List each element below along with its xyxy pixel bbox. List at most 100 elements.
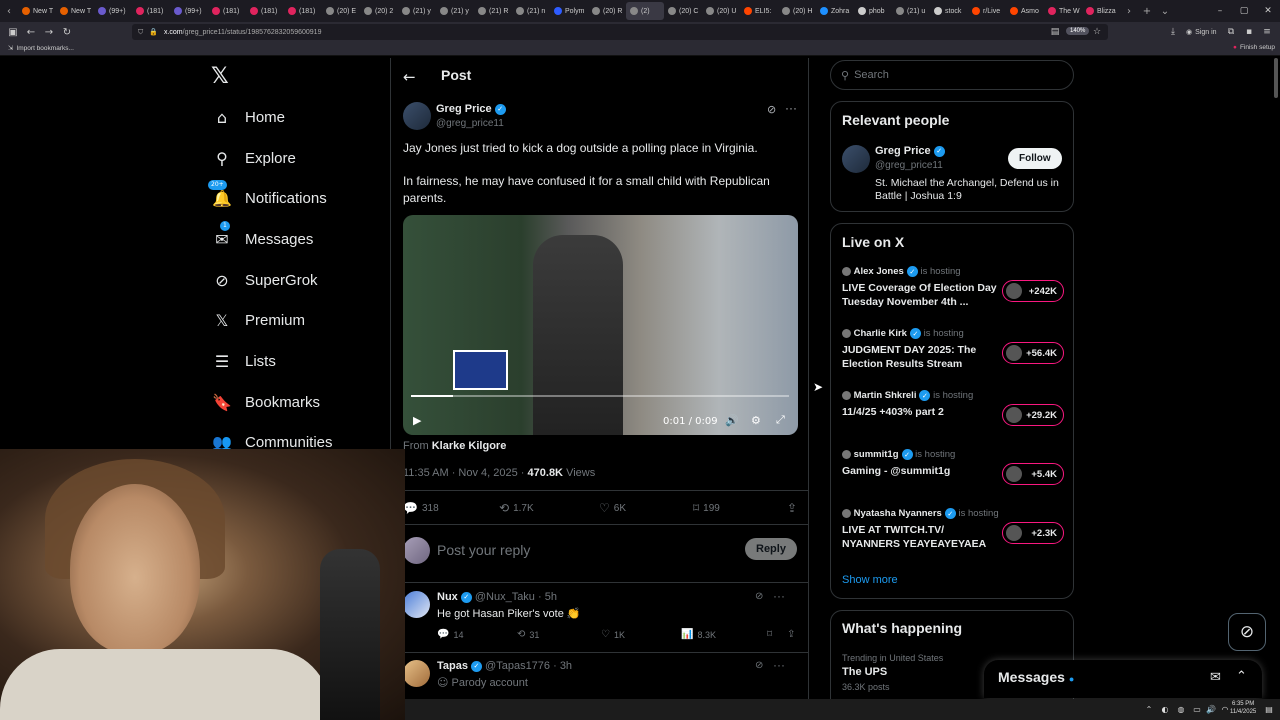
live-item[interactable]: Charlie Kirk ✓ is hosting JUDGMENT DAY 202… (842, 328, 1064, 371)
browser-tab[interactable]: (20) E (322, 2, 360, 20)
relevant-avatar[interactable] (842, 145, 870, 173)
browser-tab[interactable]: (99+) (94, 2, 132, 20)
notification-center-icon[interactable]: ▤ (1262, 699, 1276, 720)
live-listener-count[interactable]: +2.3K (1002, 522, 1064, 544)
x-logo-icon[interactable]: 𝕏 (211, 64, 229, 89)
show-more-link[interactable]: Show more (842, 574, 898, 586)
browser-tab[interactable]: The W (1044, 2, 1082, 20)
repost-action[interactable]: ⟲ 31 (517, 629, 601, 640)
share-action[interactable]: ⇪ (787, 629, 795, 640)
star-icon[interactable]: ☆ (1088, 22, 1106, 42)
share-action[interactable]: ⇪ (787, 501, 797, 515)
back-icon[interactable]: ← (22, 22, 40, 42)
like-action[interactable]: ♡ 6K (599, 501, 693, 515)
grok-button[interactable]: ⊘ (1228, 613, 1266, 651)
reply-button[interactable]: Reply (745, 538, 797, 560)
live-listener-count[interactable]: +242K (1002, 280, 1064, 302)
browser-tab[interactable]: (21) y (398, 2, 436, 20)
browser-tab[interactable]: (20) C (664, 2, 702, 20)
system-clock[interactable]: 6:35 PM 11/4/2025 (1230, 700, 1256, 716)
live-item[interactable]: Nyatasha Nyanners ✓ is hosting LIVE AT TWI… (842, 508, 1064, 551)
author-handle[interactable]: @greg_price11 (436, 118, 504, 129)
author-name[interactable]: Greg Price ✓ (436, 103, 506, 115)
browser-tab[interactable]: (20) H (778, 2, 816, 20)
browser-tab[interactable]: phob (854, 2, 892, 20)
video-player[interactable]: ▶ 0:01 / 0:09 🔊 ⚙ ⤢ (403, 215, 798, 435)
video-source-name[interactable]: Klarke Kilgore (432, 440, 507, 452)
reply-author[interactable]: Nux ✓ @Nux_Taku · 5h (437, 591, 557, 603)
nav-item-notifications[interactable]: 🔔 20+ Notifications (208, 180, 327, 213)
live-listener-count[interactable]: +5.4K (1002, 463, 1064, 485)
browser-tab[interactable]: stock (930, 2, 968, 20)
bookmark-action[interactable]: ⌑ (767, 629, 787, 640)
browser-tab[interactable]: (21) n (512, 2, 550, 20)
tray-chevron-icon[interactable]: ⌃ (1142, 699, 1156, 720)
nav-item-bookmarks[interactable]: 🔖 Bookmarks (212, 387, 320, 417)
zoom-level[interactable]: 140% (1066, 27, 1090, 35)
browser-tab[interactable]: Polym (550, 2, 588, 20)
video-progress-bar[interactable] (411, 395, 789, 397)
messages-drawer[interactable]: Messages ● ✉ ⌃ (984, 660, 1262, 698)
forward-icon[interactable]: → (40, 22, 58, 42)
minimize-icon[interactable]: – (1208, 0, 1232, 22)
browser-tab[interactable]: Asmo (1006, 2, 1044, 20)
browser-tab[interactable]: (181) (132, 2, 170, 20)
reload-icon[interactable]: ↻ (58, 22, 76, 42)
reply-input[interactable]: Post your reply (437, 542, 530, 558)
tab-list-right-icon[interactable]: › (1120, 0, 1138, 22)
maximize-icon[interactable]: ▢ (1232, 0, 1256, 22)
live-item[interactable]: Martin Shkreli ✓ is hosting 11/4/25 +403% … (842, 390, 1064, 426)
grok-analyze-icon[interactable]: ⊘ (755, 660, 763, 671)
reply-item[interactable]: Tapas ✓ @Tapas1776 · 3h ☺ Parody account … (403, 658, 798, 700)
browser-tab[interactable]: (21) y (436, 2, 474, 20)
browser-tab[interactable]: New T (56, 2, 94, 20)
follow-button[interactable]: Follow (1008, 148, 1062, 169)
grok-analyze-icon[interactable]: ⊘ (755, 591, 763, 602)
volume-icon[interactable]: 🔊 (725, 414, 739, 427)
page-scrollbar[interactable] (1274, 58, 1278, 98)
like-action[interactable]: ♡ 1K (601, 629, 681, 640)
expand-icon[interactable]: ⌃ (1236, 669, 1247, 684)
reply-action[interactable]: 💬 14 (437, 629, 517, 640)
reply-action[interactable]: 💬 318 (403, 501, 499, 515)
trend-name[interactable]: The UPS (842, 666, 887, 678)
back-arrow-icon[interactable]: ← (403, 68, 416, 86)
tray-app-icon[interactable]: ◐ (1158, 699, 1172, 720)
url-bar[interactable]: ⛉ 🔒 x.com/greg_price11/status/1985762832… (132, 24, 1108, 40)
play-icon[interactable]: ▶ (413, 414, 421, 427)
extension-badge-icon[interactable]: ▪ (1240, 22, 1258, 42)
tray-display-icon[interactable]: ▭ (1190, 699, 1204, 720)
author-avatar[interactable] (403, 102, 431, 130)
reply-avatar[interactable] (403, 591, 430, 618)
search-input[interactable]: ⚲ Search (830, 60, 1074, 90)
tray-network-icon[interactable]: ◍ (1174, 699, 1188, 720)
relevant-name[interactable]: Greg Price ✓ (875, 145, 945, 157)
browser-tab[interactable]: (2) (626, 2, 664, 20)
nav-item-lists[interactable]: ☰ Lists (212, 346, 276, 376)
browser-tab[interactable]: (20) U (702, 2, 740, 20)
import-bookmarks-link[interactable]: ⇲ Import bookmarks... (8, 44, 74, 53)
more-options-icon[interactable]: ··· (773, 658, 785, 672)
browser-tab[interactable]: (20) R (588, 2, 626, 20)
browser-tab[interactable]: (181) (284, 2, 322, 20)
more-options-icon[interactable]: ··· (773, 589, 785, 603)
settings-icon[interactable]: ⚙ (751, 414, 761, 427)
menu-icon[interactable]: ≡ (1258, 22, 1276, 42)
grok-analyze-icon[interactable]: ⊘ (767, 103, 776, 116)
compose-message-icon[interactable]: ✉ (1210, 670, 1221, 685)
repost-action[interactable]: ⟲ 1.7K (499, 501, 599, 515)
sign-in-button[interactable]: ◉ Sign in (1186, 22, 1217, 42)
browser-tab[interactable]: (21) R (474, 2, 512, 20)
browser-tab[interactable]: (181) (246, 2, 284, 20)
live-listener-count[interactable]: +56.4K (1002, 342, 1064, 364)
close-window-icon[interactable]: ✕ (1256, 0, 1280, 22)
tab-list-left-icon[interactable]: ‹ (0, 0, 18, 22)
extensions-icon[interactable]: ⧉ (1222, 22, 1240, 42)
browser-tab[interactable]: Zohra (816, 2, 854, 20)
browser-tab[interactable]: (21) u (892, 2, 930, 20)
live-item[interactable]: summit1g ✓ is hosting Gaming - @summit1g +5… (842, 449, 1064, 485)
tab-list-dropdown-icon[interactable]: ⌄ (1156, 0, 1174, 22)
more-options-icon[interactable]: ··· (785, 101, 797, 115)
browser-tab[interactable]: Blizza (1082, 2, 1120, 20)
nav-item-explore[interactable]: ⚲ Explore (212, 143, 296, 173)
